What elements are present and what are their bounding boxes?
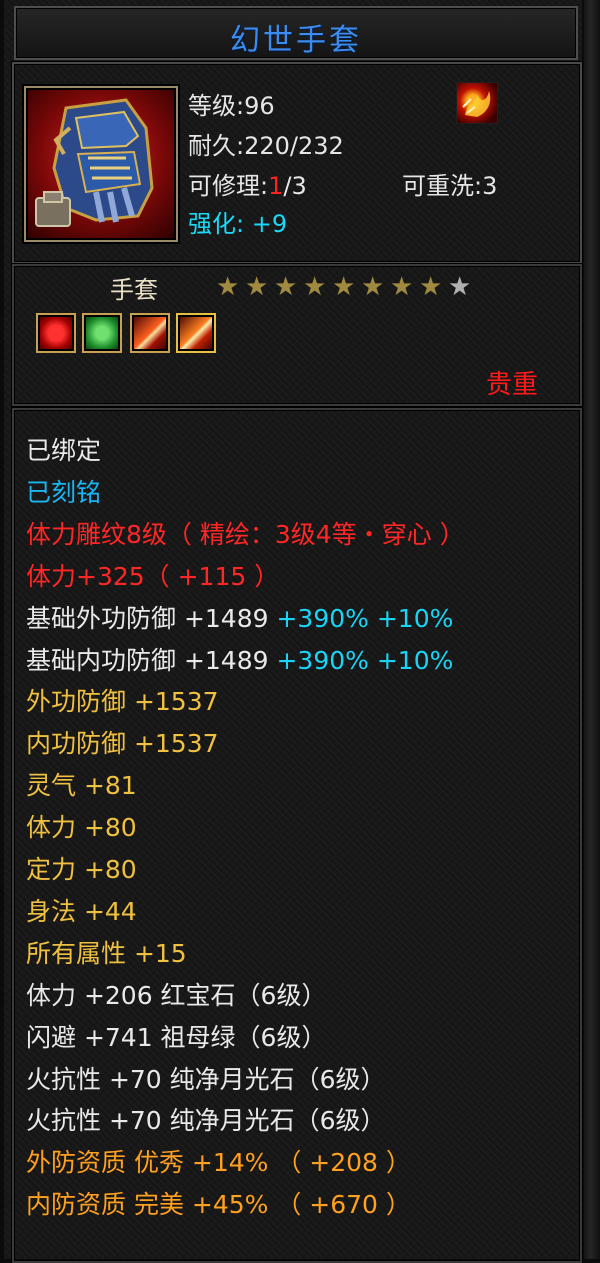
attribute-text: 已刻铭 (26, 477, 102, 507)
durability-stat: 耐久:220/232 (188, 132, 344, 160)
attribute-text: 基础外功防御 +1489 (26, 603, 277, 633)
attribute-text: 外功防御 +1537 (26, 687, 219, 717)
attribute-line: 火抗性 +70 纯净月光石（6级） (26, 1106, 386, 1136)
attribute-text: 外防资质 优秀 +14% （ +208 ） (26, 1148, 411, 1178)
green-gem-icon[interactable] (82, 313, 122, 353)
star-filled-icon: ★ (216, 272, 240, 302)
attribute-text: 灵气 +81 (26, 771, 137, 801)
star-filled-icon: ★ (245, 272, 269, 302)
attribute-text: 火抗性 +70 纯净月光石（6级） (26, 1064, 386, 1094)
background-window-edge (584, 0, 600, 1259)
fire-gem-icon[interactable] (130, 313, 170, 353)
attribute-text: 体力 +206 红宝石（6级） (26, 980, 327, 1010)
attribute-line: 基础外功防御 +1489 +390% +10% (26, 604, 453, 634)
star-filled-icon: ★ (361, 272, 385, 302)
item-type: 手套 (110, 276, 158, 304)
attribute-line: 体力 +80 (26, 813, 137, 843)
level-stat: 等级:96 (188, 92, 275, 120)
attribute-text: +390% +10% (276, 645, 454, 675)
precious-label: 贵重 (486, 370, 539, 400)
attribute-line: 火抗性 +70 纯净月光石（6级） (26, 1065, 386, 1095)
attribute-text: 所有属性 +15 (26, 938, 187, 968)
attribute-text: 已绑定 (26, 436, 102, 465)
attribute-line: 体力雕纹8级（ 精绘：3级4等・穿心 ） (26, 520, 465, 550)
gauntlet-item-icon[interactable] (24, 86, 178, 242)
attribute-line: 已刻铭 (26, 478, 101, 508)
attribute-line: 体力+325（ +115 ） (26, 562, 279, 592)
attribute-line: 已绑定 (26, 436, 101, 466)
attribute-line: 基础内功防御 +1489 +390% +10% (26, 646, 453, 676)
attribute-line: 内防资质 完美 +45% （ +670 ） (26, 1190, 411, 1220)
title-bar: 幻世手套 (14, 6, 578, 60)
attribute-line: 外防资质 优秀 +14% （ +208 ） (26, 1148, 411, 1178)
attribute-line: 所有属性 +15 (26, 939, 187, 969)
attribute-text: 身法 +44 (26, 896, 137, 926)
star-filled-icon: ★ (274, 272, 298, 302)
item-tooltip-panel: 幻世手套 等级:96 耐久:220/232 可修理:1/3 可重洗:3 强化: … (4, 0, 582, 1263)
attribute-line: 身法 +44 (26, 897, 137, 927)
star-filled-icon: ★ (303, 272, 327, 302)
attribute-text: 体力+325（ +115 ） (26, 561, 280, 591)
attribute-text: 内功防御 +1537 (26, 729, 219, 759)
attribute-text: 定力 +80 (26, 855, 137, 884)
repair-stat: 可修理:1/3 (188, 172, 307, 200)
star-filled-icon: ★ (390, 272, 414, 302)
attribute-line: 灵气 +81 (26, 771, 137, 801)
attribute-text: 闪避 +741 祖母绿（6级） (26, 1022, 327, 1052)
red-gem-icon[interactable] (36, 313, 76, 353)
attribute-text: 体力雕纹8级（ 精绘：3级4等・穿心 ） (26, 519, 465, 549)
item-name: 幻世手套 (230, 23, 362, 58)
attribute-line: 闪避 +741 祖母绿（6级） (26, 1023, 326, 1053)
attribute-text: +390% +10% (276, 603, 454, 633)
attribute-line: 内功防御 +1537 (26, 729, 219, 759)
attribute-line: 体力 +206 红宝石（6级） (26, 981, 326, 1011)
gold-fire-gem-icon[interactable] (176, 313, 216, 353)
attribute-text: 内防资质 完美 +45% （ +670 ） (26, 1190, 411, 1220)
attribute-text: 基础内功防御 +1489 (26, 645, 277, 675)
fire-rune-icon[interactable] (456, 82, 498, 124)
star-filled-icon: ★ (419, 272, 443, 302)
attribute-line: 定力 +80 (26, 855, 137, 885)
attribute-text: 火抗性 +70 纯净月光石（6级） (26, 1106, 386, 1136)
star-empty-icon: ★ (448, 272, 472, 302)
enhance-stat: 强化: +9 (188, 210, 288, 238)
star-filled-icon: ★ (332, 272, 356, 302)
attribute-text: 体力 +80 (26, 813, 137, 843)
rewash-stat: 可重洗:3 (402, 172, 498, 200)
attribute-line: 外功防御 +1537 (26, 687, 219, 717)
